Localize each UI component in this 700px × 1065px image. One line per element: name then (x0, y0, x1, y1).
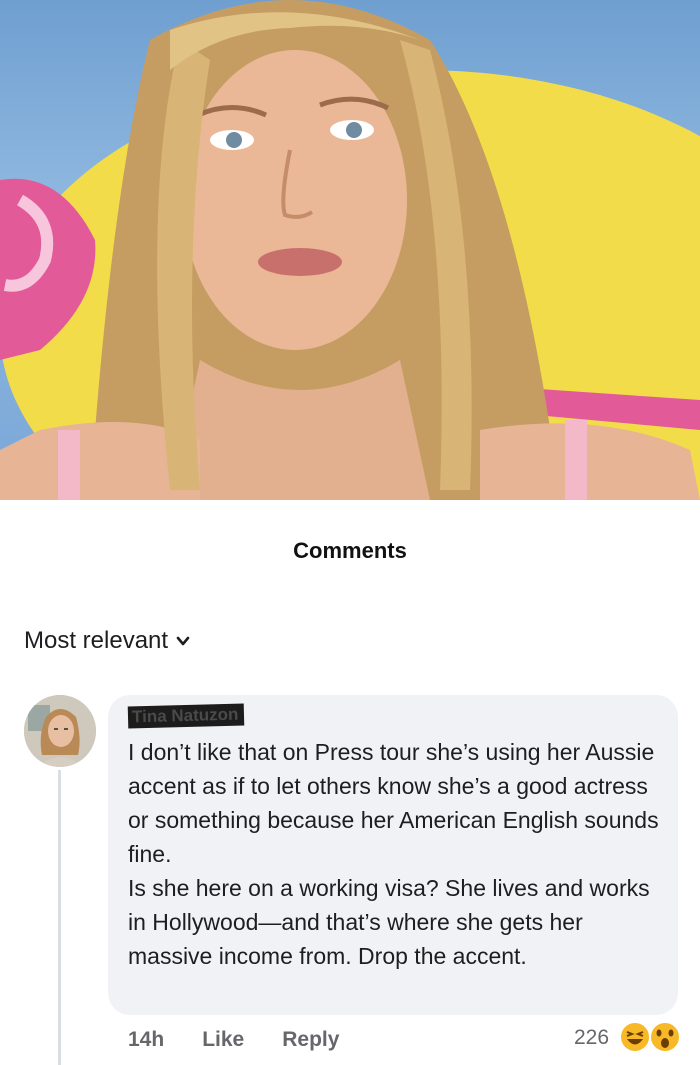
sheet-title: Comments (293, 538, 407, 563)
post-photo[interactable] (0, 0, 700, 500)
thread-line (58, 770, 61, 1065)
sort-label: Most relevant (24, 627, 169, 654)
comment-actions: 14h Like Reply (128, 1028, 377, 1052)
haha-icon (619, 1021, 651, 1053)
comment-timestamp[interactable]: 14h (128, 1028, 164, 1052)
avatar[interactable] (24, 695, 96, 767)
sort-dropdown[interactable]: Most relevant (24, 627, 190, 655)
reaction-count[interactable]: 226 (574, 1026, 609, 1050)
comment-text: I don’t like that on Press tour she’s us… (128, 735, 668, 973)
comment-paragraph: I don’t like that on Press tour she’s us… (128, 739, 659, 867)
comment-author[interactable]: Tina Natuzon (127, 703, 245, 729)
reaction-icons[interactable] (618, 1020, 684, 1054)
comment-bubble[interactable]: Tina Natuzon I don’t like that on Press … (108, 695, 678, 1015)
avatar-photo (24, 695, 96, 767)
chevron-down-icon (176, 636, 190, 646)
wow-icon (649, 1021, 681, 1053)
comments-sheet: Comments Most relevant Tina Natuzon I do… (0, 500, 700, 1065)
comment-paragraph: Is she here on a working visa? She lives… (128, 875, 650, 969)
reply-button[interactable]: Reply (282, 1028, 339, 1052)
like-button[interactable]: Like (202, 1028, 244, 1052)
photo-illustration (0, 0, 700, 500)
